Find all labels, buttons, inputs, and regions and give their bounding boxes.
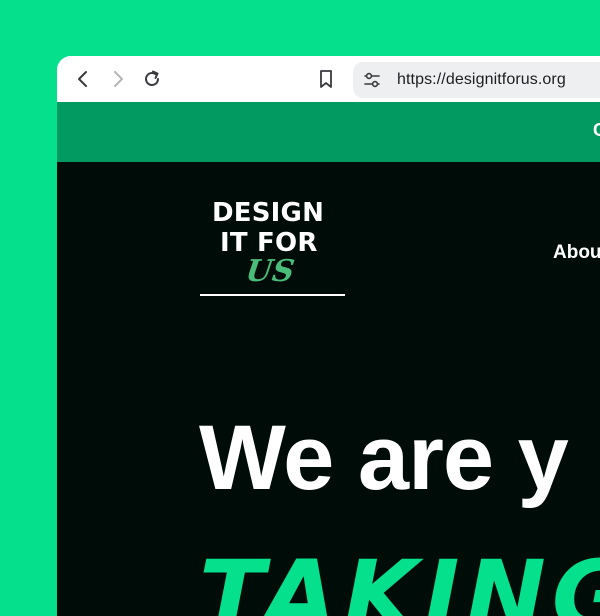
- reload-icon[interactable]: [138, 65, 166, 93]
- nav-link-about[interactable]: Abou: [553, 242, 600, 264]
- back-icon[interactable]: [69, 65, 97, 93]
- logo-line-3: US: [243, 254, 297, 289]
- browser-toolbar: https://designitforus.org: [57, 56, 600, 102]
- announcement-banner: C: [57, 102, 600, 162]
- hero-subheadline: TAKING: [199, 540, 600, 616]
- logo-underline: [200, 294, 345, 296]
- site-logo[interactable]: DESIGN IT FOR US: [200, 198, 346, 296]
- bookmark-icon[interactable]: [312, 65, 340, 93]
- address-bar[interactable]: https://designitforus.org: [353, 62, 600, 98]
- hero-headline: We are y: [199, 407, 569, 509]
- website-content: DESIGN IT FOR US Abou We are y TAKING: [57, 162, 600, 616]
- site-settings-icon[interactable]: [363, 72, 381, 93]
- url-text[interactable]: https://designitforus.org: [397, 71, 566, 89]
- browser-window: https://designitforus.org C DESIGN IT FO…: [57, 56, 600, 616]
- forward-icon[interactable]: [104, 65, 132, 93]
- logo-line-1: DESIGN: [212, 198, 325, 228]
- banner-text[interactable]: C: [593, 120, 600, 141]
